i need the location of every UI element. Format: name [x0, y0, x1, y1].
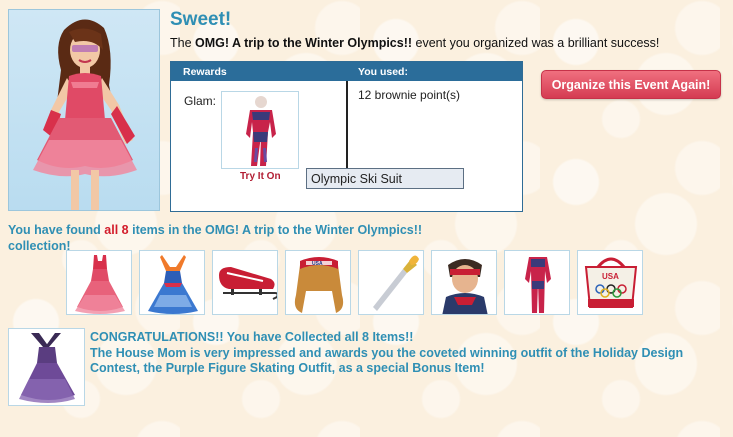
- found-prefix: You have found: [8, 223, 105, 237]
- event-name: OMG! A trip to the Winter Olympics!!: [195, 36, 413, 50]
- collection-item[interactable]: [139, 250, 205, 315]
- olympic-torch-icon: [373, 255, 419, 311]
- bonus-item-thumbnail[interactable]: [8, 328, 85, 406]
- ski-suit-icon: [525, 257, 551, 313]
- rewards-table-header: Rewards You used:: [171, 62, 522, 81]
- organize-event-again-button[interactable]: Organize this Event Again!: [541, 70, 721, 99]
- rewards-column-header: Rewards: [183, 66, 227, 78]
- try-it-on-link[interactable]: Try It On: [240, 171, 281, 182]
- collection-item[interactable]: [358, 250, 424, 315]
- usa-olympic-tote-icon: USA: [584, 257, 638, 308]
- bonus-message: CONGRATULATIONS!! You have Collected all…: [90, 330, 690, 377]
- bonus-description: The House Mom is very impressed and awar…: [90, 345, 684, 376]
- used-column-header: You used:: [358, 66, 408, 78]
- item-tooltip: Olympic Ski Suit: [306, 168, 464, 189]
- event-prefix: The: [170, 36, 196, 50]
- collection-item[interactable]: [66, 250, 132, 315]
- congratulations-heading: CONGRATULATIONS!! You have Collected all…: [90, 330, 414, 344]
- male-skier-icon: [442, 259, 488, 314]
- bobsled-icon: [219, 267, 277, 300]
- event-suffix: event you organized was a brilliant succ…: [412, 36, 660, 50]
- column-divider: [346, 81, 348, 181]
- rewards-table: Rewards You used: Glam: Try It On 12 bro…: [170, 61, 523, 212]
- usa-headband-hair-icon: USA: [294, 257, 344, 313]
- collection-item[interactable]: USA: [285, 250, 351, 315]
- collection-item[interactable]: USA: [577, 250, 643, 315]
- collection-item[interactable]: [431, 250, 497, 315]
- collection-item[interactable]: [504, 250, 570, 315]
- avatar: [8, 9, 160, 211]
- purple-skating-outfit-icon: [19, 333, 75, 403]
- event-success-message: The OMG! A trip to the Winter Olympics!!…: [170, 36, 659, 50]
- svg-text:USA: USA: [602, 272, 619, 281]
- pink-skating-dress-icon: [75, 255, 125, 314]
- ski-suit-thumbnail[interactable]: [221, 91, 299, 169]
- collection-item[interactable]: [212, 250, 278, 315]
- blue-skating-dress-icon: [148, 255, 198, 314]
- svg-text:USA: USA: [312, 261, 323, 267]
- ski-suit-icon: [246, 96, 276, 166]
- points-used: 12 brownie point(s): [358, 88, 461, 102]
- reward-category-label: Glam:: [184, 94, 217, 108]
- page-title: Sweet!: [170, 9, 232, 30]
- found-count: all 8: [104, 223, 129, 237]
